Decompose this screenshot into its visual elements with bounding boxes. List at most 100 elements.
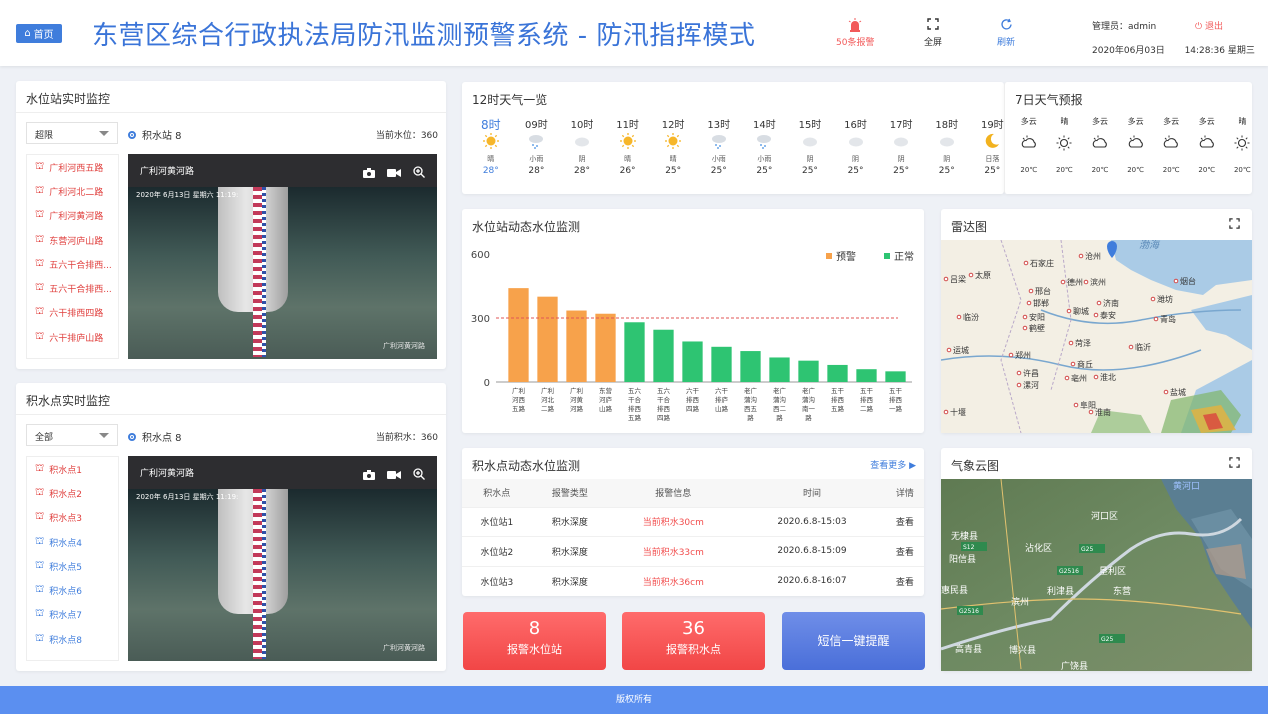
day-desc: 多云	[1127, 117, 1144, 126]
building-icon: ⛫	[35, 584, 45, 596]
city-label: 泰安	[1100, 310, 1116, 320]
city-marker	[1073, 402, 1079, 408]
table-cell: 水位站3	[462, 565, 532, 596]
partly-cloudy-icon	[1011, 132, 1047, 166]
table-cell: 2020.6.8-15:03	[738, 506, 886, 537]
sea-label: 渤海	[1139, 240, 1161, 251]
refresh-button[interactable]: 刷新	[997, 18, 1015, 48]
x-tick-label: 河北	[541, 396, 555, 404]
day-temp: 20℃	[1091, 166, 1109, 174]
alarm-button[interactable]: 50条报警	[836, 18, 874, 48]
building-icon: ⛫	[35, 632, 45, 644]
view-detail-link[interactable]: 查看	[885, 506, 924, 537]
video-record-icon[interactable]	[387, 163, 401, 182]
expand-icon[interactable]	[1229, 457, 1240, 471]
footer: 版权所有	[0, 686, 1268, 714]
map-place-label: 沾化区	[1025, 542, 1052, 554]
map-place-label: 博兴县	[1009, 644, 1036, 656]
logout-button[interactable]: ⏻ 退出	[1195, 19, 1223, 32]
camera-icon[interactable]	[363, 465, 375, 484]
point-radio[interactable]: 积水点 8	[128, 429, 182, 444]
hour-time: 10时	[570, 120, 594, 131]
fullscreen-button[interactable]: 全屏	[924, 18, 942, 48]
home-button[interactable]: ⌂ 首页	[16, 24, 62, 43]
x-tick-label: 河西	[512, 396, 526, 404]
list-item-label: 积水点8	[49, 635, 82, 646]
table-header-cell: 报警类型	[531, 479, 609, 507]
list-item[interactable]: ⛫ 积水点7	[27, 603, 118, 627]
list-item[interactable]: ⛫ 东营河庐山路	[27, 228, 118, 252]
sun-icon	[650, 132, 696, 154]
city-marker	[1128, 344, 1134, 350]
hour-desc: 小雨	[529, 155, 544, 163]
x-tick-label: 排西	[628, 404, 642, 413]
station-radio[interactable]: 积水站 8	[128, 127, 182, 142]
warn-station-stat[interactable]: 8 报警水位站	[463, 612, 606, 670]
hour-cell: 15时阴 25°	[787, 116, 833, 176]
zoom-in-icon[interactable]	[413, 163, 425, 182]
city-label: 商丘	[1077, 359, 1093, 369]
city-label: 邯郸	[1033, 298, 1049, 308]
hour-time: 15时	[798, 120, 822, 131]
city-label: 太原	[975, 270, 991, 280]
x-tick-label: 河路	[570, 404, 584, 413]
list-item[interactable]: ⛫ 积水点1	[27, 457, 118, 481]
table-cell: 当前积水30cm	[608, 506, 739, 537]
list-item[interactable]: ⛫ 广利河西五路	[27, 155, 118, 179]
warn-point-stat[interactable]: 36 报警积水点	[622, 612, 765, 670]
sms-alert-button[interactable]: 短信一键提醒	[782, 612, 925, 670]
bar	[508, 288, 529, 382]
hour-temp: 26°	[619, 166, 636, 176]
city-marker	[1163, 389, 1169, 395]
map-place-label: 阳信县	[949, 553, 976, 565]
list-item[interactable]: ⛫ 积水点3	[27, 506, 118, 530]
city-label: 石家庄	[1030, 258, 1054, 268]
fullscreen-icon	[924, 18, 942, 32]
list-item[interactable]: ⛫ 积水点6	[27, 578, 118, 602]
list-item[interactable]: ⛫ 六干排西四路	[27, 301, 118, 325]
partly-cloudy-icon	[1082, 132, 1118, 166]
x-tick-label: 五路	[628, 413, 642, 422]
city-label: 淮北	[1100, 372, 1116, 382]
road-label: S12	[963, 544, 975, 551]
city-marker	[1150, 296, 1156, 302]
city-marker	[1093, 312, 1099, 318]
city-label: 邢台	[1035, 286, 1051, 296]
radar-map[interactable]: 渤海 石家庄 太原 吕梁 沧州 滨州 烟台 德州 济南 潍坊 邢台 邯郸 聊城 泰安 青岛 临汾 安阳 鹤壁 运城…	[941, 240, 1252, 433]
view-detail-link[interactable]: 查看	[885, 536, 924, 566]
building-icon: ⛫	[35, 257, 45, 269]
view-more-link[interactable]: 查看更多 ▶	[870, 458, 916, 471]
partly-cloudy-icon	[1189, 132, 1225, 166]
list-item[interactable]: ⛫ 广利河北二路	[27, 179, 118, 203]
list-item[interactable]: ⛫ 六干排庐山路	[27, 325, 118, 349]
list-item[interactable]: ⛫ 积水点5	[27, 554, 118, 578]
city-marker	[946, 347, 952, 353]
city-marker	[1028, 288, 1034, 294]
video-player[interactable]: 广利河黄河路 2020年 6月13日 星期六 11:19: 广利河黄河路	[128, 154, 437, 359]
list-item[interactable]: ⛫ 五六干合排西...	[27, 276, 118, 300]
filter-select[interactable]: 全部	[26, 424, 118, 446]
x-tick-label: 蒲沟	[744, 395, 757, 404]
x-tick-label: 排西	[860, 395, 874, 404]
rain-icon	[696, 132, 742, 154]
list-item[interactable]: ⛫ 积水点4	[27, 530, 118, 554]
video-record-icon[interactable]	[387, 465, 401, 484]
city-marker	[1016, 382, 1022, 388]
list-item[interactable]: ⛫ 积水点8	[27, 627, 118, 651]
x-tick-label: 四路	[686, 404, 700, 413]
camera-icon[interactable]	[363, 163, 375, 182]
x-tick-label: 五干	[860, 387, 874, 395]
cloud-map[interactable]: 黄河口 河口区 无棣县 沾化区 阳信县 垦利区 东营 利津县 惠民县 滨州 博兴县 高青县 广饶县 S12…	[941, 479, 1252, 671]
bar	[740, 351, 761, 382]
view-detail-link[interactable]: 查看	[885, 565, 924, 596]
alarm-icon	[836, 18, 874, 32]
city-marker	[1088, 409, 1094, 415]
list-item[interactable]: ⛫ 五六干合排西...	[27, 252, 118, 276]
hour-time: 09时	[525, 120, 548, 131]
list-item[interactable]: ⛫ 广利河黄河路	[27, 204, 118, 228]
list-item[interactable]: ⛫ 积水点2	[27, 481, 118, 505]
filter-select[interactable]: 超限	[26, 122, 118, 144]
expand-icon[interactable]	[1229, 218, 1240, 232]
video-player[interactable]: 广利河黄河路 2020年 6月13日 星期六 11:19: 广利河黄河路	[128, 456, 437, 661]
zoom-in-icon[interactable]	[413, 465, 425, 484]
